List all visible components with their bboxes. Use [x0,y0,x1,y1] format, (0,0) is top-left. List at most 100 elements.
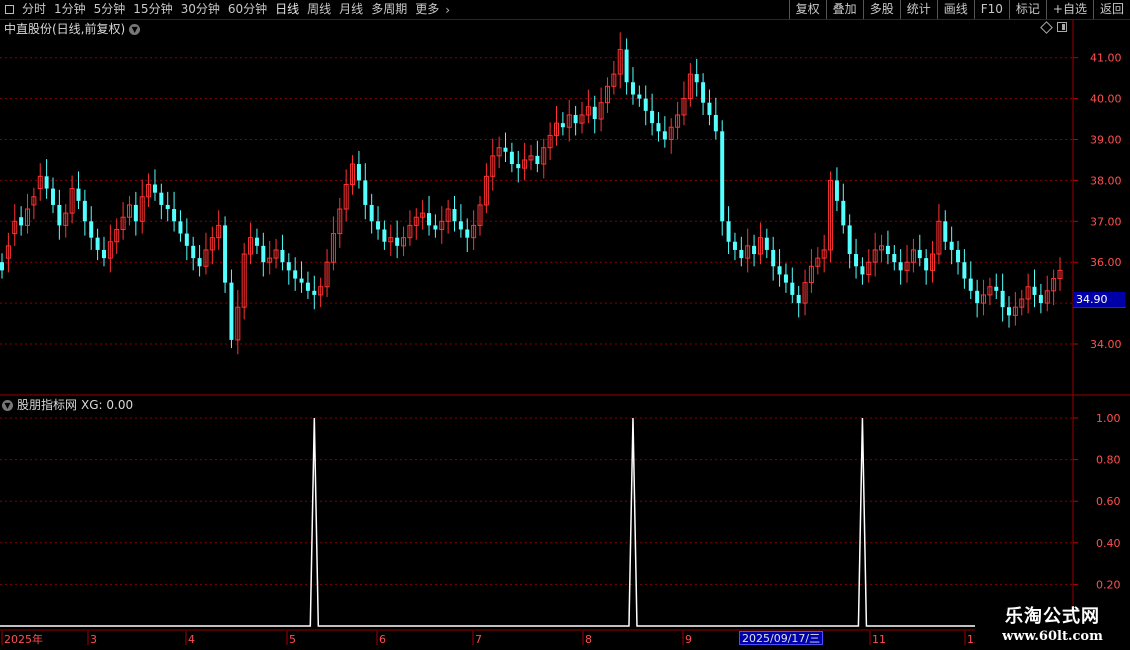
candle-body [427,213,432,226]
indicator-title: 股朋指标网 [17,398,78,412]
candle-body [369,204,374,222]
date-tick-label: 2025年 [4,632,43,646]
price-tick-label: 36.00 [1090,256,1122,269]
candle-body [726,221,731,242]
period-tab[interactable]: 分时 [18,0,50,19]
candle-body [694,74,699,83]
indicator-tick-label: 0.40 [1096,537,1121,550]
window-square-icon[interactable] [5,5,14,14]
candle-body [732,241,737,250]
period-tab[interactable]: 5分钟 [90,0,130,19]
candle-body [701,82,706,103]
candle-body [624,49,629,83]
candle-body [1000,290,1005,308]
tool-button[interactable]: 标记 [1008,0,1046,19]
tool-button[interactable]: 统计 [899,0,937,19]
candle-body [299,278,304,283]
candle-body [847,225,852,255]
tool-button[interactable]: 画线 [936,0,974,19]
candle-body [184,233,189,246]
candle-body [254,237,259,246]
period-tab[interactable]: 月线 [335,0,367,19]
tool-button[interactable]: +自选 [1045,0,1093,19]
watermark-name: 乐淘公式网 [1005,606,1100,627]
candle-body [261,245,266,263]
tool-button[interactable]: 叠加 [825,0,863,19]
watermark-url: www.60lt.com [1002,629,1103,644]
period-toolbar: 分时 1分钟 5分钟 15分钟 30分钟 60分钟 日线 周线 月线 多周期 更多 › 复权 叠加 多股统… [0,0,1130,20]
tool-button[interactable]: 返回 [1092,0,1130,19]
date-tick-label: 5 [289,633,296,646]
period-tab[interactable]: 多周期 [367,0,411,19]
candle-body [293,270,298,279]
candle-body [841,200,846,226]
candle-body [229,282,234,340]
price-tick-label: 34.00 [1090,338,1122,351]
period-tab[interactable]: 1分钟 [50,0,90,19]
diamond-icon[interactable] [1040,20,1053,34]
tool-button[interactable]: 复权 [788,0,826,19]
candle-body [133,204,138,222]
candle-body [57,204,62,226]
period-tab[interactable]: 30分钟 [177,0,224,19]
date-tick-label: 7 [475,633,482,646]
candle-body [764,237,769,250]
candle-body [662,131,667,140]
candle-body [19,217,24,226]
candle-body [165,204,170,210]
candle-body [101,249,106,259]
candle-body [95,237,100,250]
candle-body [465,229,470,238]
candle-body [1007,307,1012,316]
chevron-right-icon[interactable]: › [445,3,450,17]
candle-body [956,249,961,263]
period-tab[interactable]: 60分钟 [224,0,271,19]
chevron-down-icon[interactable]: ▼ [2,399,13,411]
candle-body [356,164,361,181]
candle-body [89,221,94,238]
stock-title: 中直股份(日线,前复权) [4,22,126,36]
indicator-tick-label: 0.20 [1096,578,1121,591]
candle-body [630,82,635,95]
candle-body [962,262,967,279]
price-tick-label: 38.00 [1090,174,1122,187]
candle-body [76,188,81,201]
candle-body [720,131,725,222]
chevron-down-icon[interactable]: ▼ [129,23,141,35]
candle-body [509,151,514,165]
candle-body [382,229,387,242]
candle-body [656,123,661,132]
candle-body [650,110,655,124]
period-tab[interactable]: 更多 [411,0,443,19]
chart-canvas[interactable]: 34.0035.0036.0037.0038.0039.0040.0041.00… [0,0,1130,650]
candle-body [643,98,648,111]
date-tick-label: 8 [585,633,592,646]
price-tick-label: 41.00 [1090,52,1122,65]
indicator-value: XG: 0.00 [81,398,134,412]
candle-body [560,123,565,128]
candle-body [1032,286,1037,295]
candle-body [637,94,642,99]
period-tab[interactable]: 日线 [271,0,303,19]
indicator-tick-label: 0.60 [1096,495,1121,508]
candle-body [898,262,903,271]
candle-body [573,114,578,124]
period-tab[interactable]: 周线 [303,0,335,19]
panel-toggle-icon[interactable] [1057,22,1067,32]
candle-body [707,102,712,115]
tool-button[interactable]: F10 [973,0,1009,19]
tool-button[interactable]: 多股 [862,0,900,19]
candle-body [178,221,183,234]
candle-body [783,274,788,283]
last-price-tag: 34.90 [1073,292,1125,307]
candle-body [395,237,400,246]
candle-body [305,282,310,291]
candle-body [994,286,999,291]
period-tabs: 分时 1分钟 5分钟 15分钟 30分钟 60分钟 日线 周线 月线 多周期 更多 › [0,0,450,19]
candle-body [885,245,890,255]
candle-body [433,225,438,230]
tool-buttons: 复权 叠加 多股 统计 画线 F10 标记 +自选 返回 [788,0,1130,19]
period-tab[interactable]: 15分钟 [129,0,176,19]
candle-body [1038,294,1043,304]
candle-body [975,290,980,304]
